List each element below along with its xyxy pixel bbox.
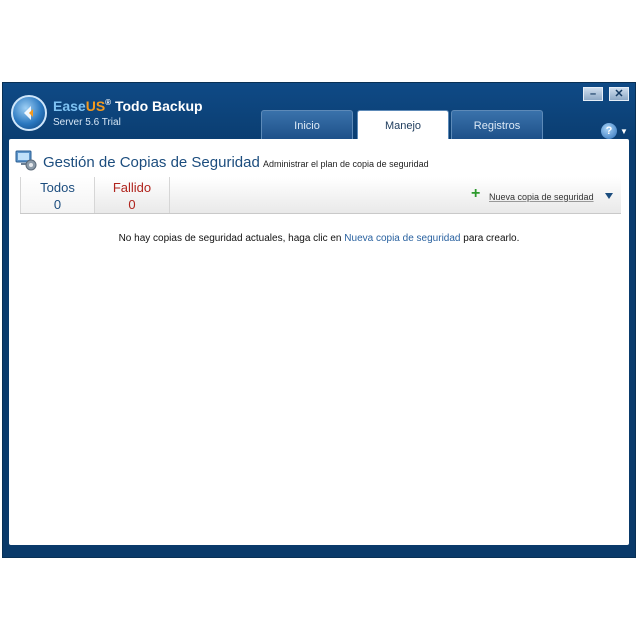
tab-inicio[interactable]: Inicio — [261, 110, 353, 139]
filter-todos-label: Todos — [40, 180, 75, 195]
close-button[interactable]: ✕ — [609, 87, 629, 101]
app-edition: Server 5.6 Trial — [53, 117, 121, 128]
filter-todos-count: 0 — [53, 197, 62, 212]
new-backup-button[interactable]: Nueva copia de seguridad — [489, 192, 594, 202]
minimize-button[interactable]: – — [583, 87, 603, 101]
main-panel: Gestión de Copias de Seguridad Administr… — [9, 139, 629, 545]
page-title: Gestión de Copias de Seguridad — [43, 154, 260, 171]
chevron-down-icon[interactable] — [605, 193, 613, 199]
filter-fallido-label: Fallido — [112, 180, 152, 195]
help-dropdown-icon[interactable]: ▼ — [620, 127, 628, 136]
brand-us: US — [85, 98, 106, 114]
empty-state-message: No hay copias de seguridad actuales, hag… — [9, 233, 629, 244]
new-backup-link[interactable]: Nueva copia de seguridad — [344, 233, 460, 244]
app-window: EaseUS® Todo Backup Server 5.6 Trial – ✕… — [2, 82, 636, 558]
filter-fallido-count: 0 — [128, 197, 136, 212]
tab-registros[interactable]: Registros — [451, 110, 543, 139]
filter-fallido[interactable]: Fallido 0 — [95, 177, 170, 213]
page-subtitle: Administrar el plan de copia de segurida… — [263, 159, 429, 169]
empty-message-end: para crearlo. — [460, 233, 520, 244]
brand-ease: Ease — [53, 98, 86, 114]
help-icon[interactable]: ? — [601, 123, 617, 139]
app-title: EaseUS® Todo Backup — [53, 98, 203, 114]
filter-todos[interactable]: Todos 0 — [20, 177, 95, 213]
plus-icon[interactable]: + — [471, 186, 480, 202]
brand-product: Todo Backup — [111, 98, 203, 114]
filter-bar: Todos 0 Fallido 0 + Nueva copia de segur… — [20, 177, 621, 214]
backup-management-icon — [14, 149, 38, 171]
empty-message-text: No hay copias de seguridad actuales, hag… — [118, 233, 345, 244]
easeus-logo-icon — [11, 95, 47, 131]
tab-manejo[interactable]: Manejo — [357, 110, 449, 140]
